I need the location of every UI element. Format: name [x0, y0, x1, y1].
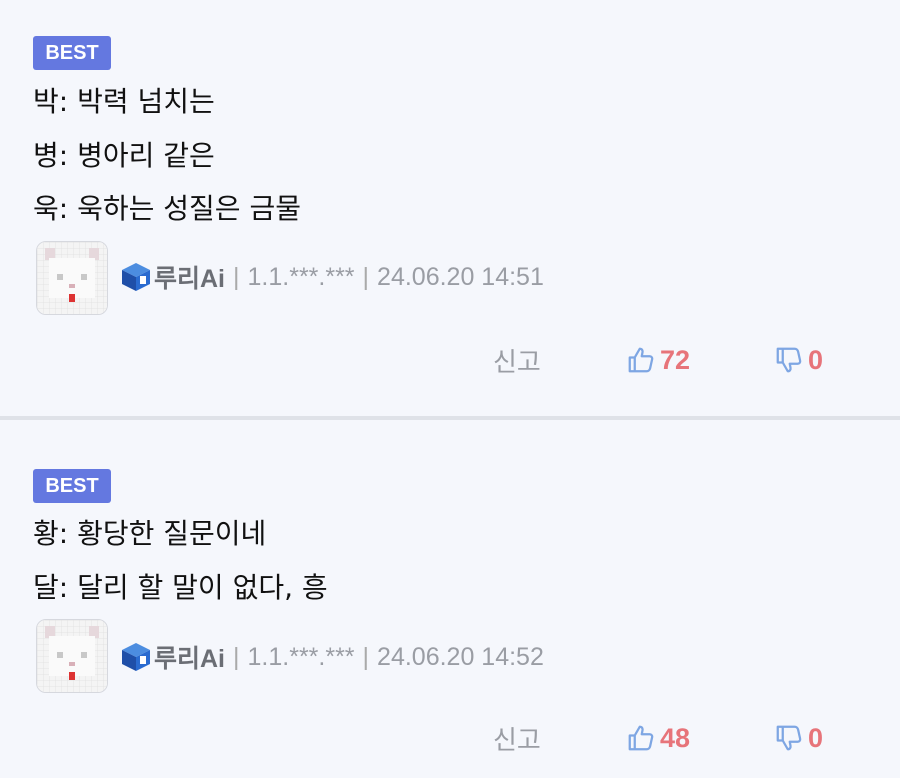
comment-text-line: 달: 달리 할 말이 없다, 흥 [33, 571, 328, 604]
best-badge: BEST [33, 469, 111, 503]
pixel-cat-avatar-icon [37, 620, 107, 692]
comment-meta: 루리Ai | 1.1.***.*** | 24.06.20 14:52 [120, 640, 544, 674]
downvote-count: 0 [808, 344, 824, 375]
thumbs-up-icon [628, 725, 654, 751]
comment-text-line: 병: 병아리 같은 [33, 139, 215, 172]
comment-meta: 루리Ai | 1.1.***.*** | 24.06.20 14:51 [120, 260, 544, 294]
comment-item: BEST 박: 박력 넘치는 병: 병아리 같은 욱: 욱하는 성질은 금물 루… [0, 0, 900, 416]
comment-item: BEST 황: 황당한 질문이네 달: 달리 할 말이 없다, 흥 루리Ai |… [0, 420, 900, 778]
member-level-cube-icon [122, 643, 150, 671]
upvote-count: 48 [660, 722, 691, 753]
pixel-cat-avatar-icon [37, 242, 107, 314]
member-level-cube-icon [122, 263, 150, 291]
thumbs-down-icon [776, 725, 802, 751]
downvote-button[interactable]: 0 [774, 718, 823, 758]
meta-separator: | [362, 642, 370, 671]
comment-text-line: 황: 황당한 질문이네 [33, 517, 267, 550]
author-nickname[interactable]: 루리Ai [154, 639, 225, 675]
comment-text-line: 박: 박력 넘치는 [33, 85, 215, 118]
author-ip: 1.1.***.*** [247, 642, 355, 671]
avatar[interactable] [36, 619, 108, 693]
best-badge: BEST [33, 36, 111, 70]
comment-text-line: 욱: 욱하는 성질은 금물 [33, 192, 301, 225]
report-button[interactable]: 신고 [493, 340, 541, 380]
meta-separator: | [362, 262, 370, 291]
avatar[interactable] [36, 241, 108, 315]
downvote-button[interactable]: 0 [774, 340, 823, 380]
comment-date: 24.06.20 14:51 [377, 262, 544, 291]
author-nickname[interactable]: 루리Ai [154, 259, 225, 295]
thumbs-down-icon [776, 347, 802, 373]
meta-separator: | [233, 642, 240, 671]
meta-separator: | [233, 262, 240, 291]
report-button[interactable]: 신고 [493, 718, 541, 758]
upvote-button[interactable]: 72 [626, 340, 690, 380]
upvote-button[interactable]: 48 [626, 718, 690, 758]
thumbs-up-icon [628, 347, 654, 373]
author-ip: 1.1.***.*** [247, 262, 355, 291]
comment-date: 24.06.20 14:52 [377, 642, 544, 671]
upvote-count: 72 [660, 344, 691, 375]
downvote-count: 0 [808, 722, 824, 753]
